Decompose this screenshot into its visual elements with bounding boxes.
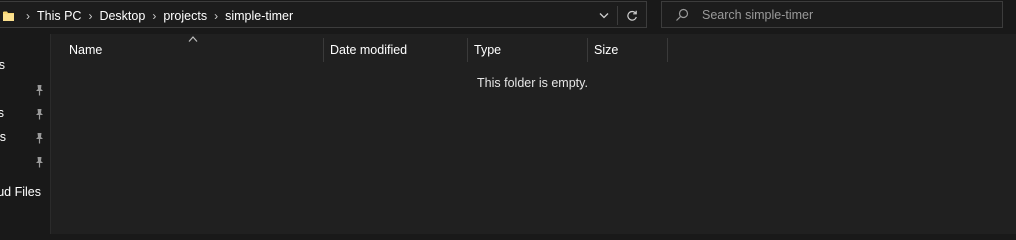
nav-item-label: s (0, 58, 5, 72)
column-resize-handle[interactable] (667, 38, 668, 62)
nav-item-label: ts (0, 130, 6, 144)
pin-icon[interactable] (34, 156, 45, 168)
refresh-icon (627, 10, 637, 21)
pin-icon[interactable] (34, 108, 45, 120)
divider (617, 6, 618, 25)
breadcrumb-projects[interactable]: projects (163, 9, 207, 23)
column-header-label: Type (474, 43, 502, 57)
nav-item-label: s (0, 106, 4, 120)
nav-item-label: ud Files (0, 185, 41, 199)
column-header-size[interactable]: Size (594, 38, 664, 62)
breadcrumb-this-pc[interactable]: This PC (37, 9, 81, 23)
column-header-label: Date modified (330, 43, 408, 57)
column-header-date-modified[interactable]: Date modified (330, 38, 470, 62)
breadcrumb: › This PC › Desktop › projects › simple-… (19, 2, 293, 29)
search-icon (676, 8, 689, 21)
empty-folder-message: This folder is empty. (477, 76, 588, 90)
column-header-label: Size (594, 43, 619, 57)
address-bar[interactable]: › This PC › Desktop › projects › simple-… (0, 1, 647, 28)
breadcrumb-simple-timer[interactable]: simple-timer (225, 9, 293, 23)
chevron-down-icon (599, 13, 609, 19)
chevron-right-icon[interactable]: › (207, 9, 225, 23)
refresh-button[interactable] (621, 2, 643, 29)
nav-item-cloud-files[interactable]: ud Files (0, 185, 50, 203)
nav-item-quick-access-3[interactable]: s (0, 106, 50, 124)
folder-icon (3, 11, 14, 21)
chevron-right-icon[interactable]: › (145, 9, 163, 23)
column-resize-handle[interactable] (467, 38, 468, 62)
nav-item-quick-access-2[interactable] (0, 82, 50, 100)
chevron-right-icon[interactable]: › (19, 9, 37, 23)
nav-item-quick-access-4[interactable]: ts (0, 130, 50, 148)
nav-item-quick-access-1[interactable]: s (0, 58, 50, 76)
nav-item-quick-access-5[interactable] (0, 154, 50, 172)
column-resize-handle[interactable] (587, 38, 588, 62)
navigation-pane: s s ts ud Files (0, 34, 50, 234)
search-box[interactable] (661, 1, 1003, 28)
breadcrumb-desktop[interactable]: Desktop (99, 9, 145, 23)
chevron-right-icon[interactable]: › (81, 9, 99, 23)
column-header-label: Name (69, 43, 103, 57)
pin-icon[interactable] (34, 132, 45, 144)
column-header-name[interactable]: Name (69, 38, 319, 62)
file-list[interactable]: Name Date modified Type Size This folder… (51, 34, 1016, 234)
column-resize-handle[interactable] (323, 38, 324, 62)
column-header-type[interactable]: Type (474, 38, 584, 62)
address-history-button[interactable] (593, 2, 615, 29)
toolbar: › This PC › Desktop › projects › simple-… (0, 0, 1016, 34)
pin-icon[interactable] (34, 84, 45, 96)
search-input[interactable] (702, 6, 992, 24)
